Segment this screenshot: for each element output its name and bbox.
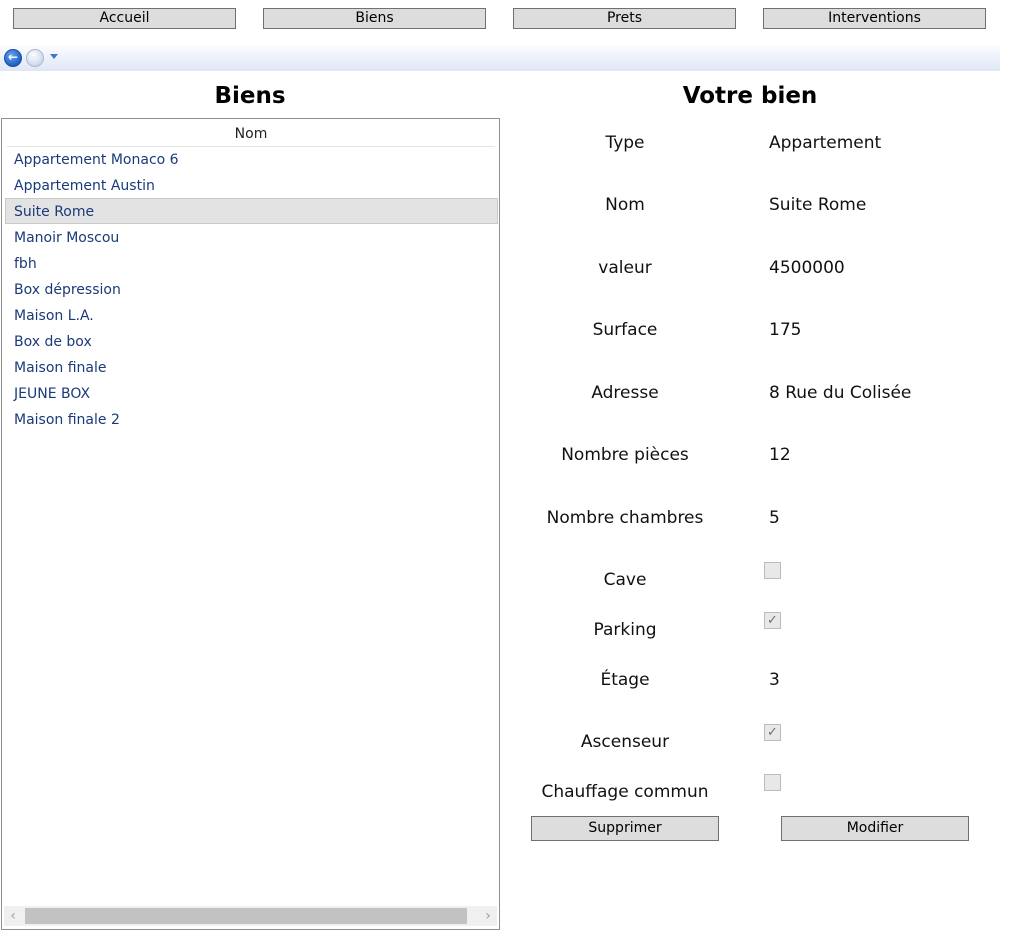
history-dropdown-icon[interactable] [50,54,58,59]
navigation-bar [0,44,1000,71]
list-item[interactable]: JEUNE BOX [5,380,498,406]
scrollbar-thumb[interactable] [25,908,467,924]
label-ascenseur: Ascenseur [580,732,670,752]
detail-title: Votre bien [682,83,818,109]
biens-listview[interactable]: Nom Appartement Monaco 6 Appartement Aust… [1,118,500,930]
value-valeur: 4500000 [769,258,845,278]
supprimer-button[interactable]: Supprimer [531,816,719,841]
value-nom: Suite Rome [769,195,867,215]
label-etage: Étage [600,670,650,690]
label-nom: Nom [605,195,645,215]
label-parking: Parking [593,620,657,640]
label-adresse: Adresse [591,383,659,403]
label-surface: Surface [592,320,658,340]
list-item[interactable]: Box de box [5,328,498,354]
nav-biens-button[interactable]: Biens [263,8,486,29]
list-item[interactable]: Box dépression [5,276,498,302]
check-icon: ✓ [767,725,778,740]
parking-checkbox[interactable]: ✓ [764,612,781,629]
horizontal-scrollbar[interactable]: ‹ › [4,906,497,926]
value-type: Appartement [769,133,882,153]
list-item[interactable]: Maison finale [5,354,498,380]
label-chauffage-commun: Chauffage commun [541,782,709,802]
list-item[interactable]: Manoir Moscou [5,224,498,250]
label-cave: Cave [603,570,647,590]
nav-interventions-button[interactable]: Interventions [763,8,986,29]
label-nombre-chambres: Nombre chambres [546,508,704,528]
list-item[interactable]: Suite Rome [5,198,498,224]
ascenseur-checkbox[interactable]: ✓ [764,724,781,741]
back-arrow-icon[interactable]: ← [4,49,22,67]
chauffage-commun-checkbox[interactable] [764,774,781,791]
value-surface: 175 [769,320,802,340]
biens-list: Appartement Monaco 6 Appartement Austin Su… [5,146,498,432]
scroll-left-icon[interactable]: ‹ [4,906,22,926]
label-type: Type [605,133,645,153]
list-title: Biens [214,83,286,109]
modifier-button[interactable]: Modifier [781,816,969,841]
value-etage: 3 [769,670,780,690]
list-item[interactable]: Maison L.A. [5,302,498,328]
nav-prets-button[interactable]: Prets [513,8,736,29]
forward-arrow-icon[interactable]: → [26,49,44,67]
column-header-nom[interactable]: Nom [7,122,495,147]
list-item[interactable]: Maison finale 2 [5,406,498,432]
list-item[interactable]: Appartement Austin [5,172,498,198]
label-nombre-pieces: Nombre pièces [561,445,689,465]
scroll-right-icon[interactable]: › [479,906,497,926]
value-nombre-pieces: 12 [769,445,791,465]
value-adresse: 8 Rue du Colisée [769,383,912,403]
check-icon: ✓ [767,613,778,628]
list-item[interactable]: Appartement Monaco 6 [5,146,498,172]
cave-checkbox[interactable] [764,562,781,579]
value-nombre-chambres: 5 [769,508,780,528]
nav-accueil-button[interactable]: Accueil [13,8,236,29]
label-valeur: valeur [598,258,652,278]
list-item[interactable]: fbh [5,250,498,276]
